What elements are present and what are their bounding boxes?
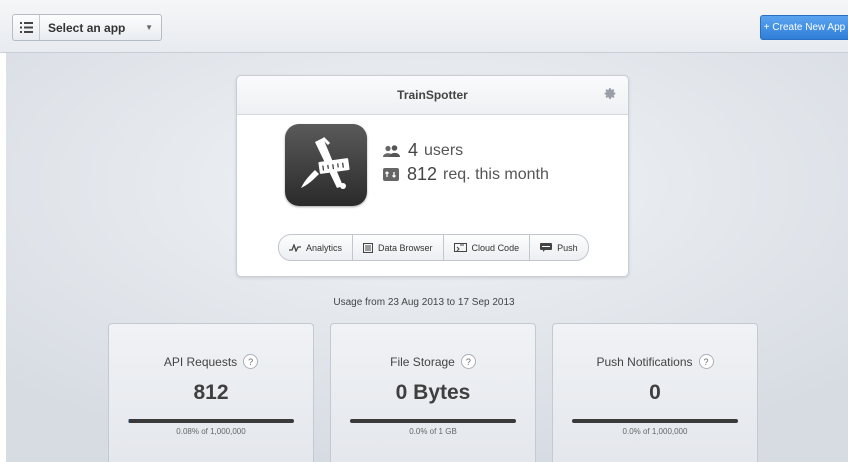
app-selector[interactable]: Select an app ▼ (12, 14, 162, 41)
usage-bar (572, 419, 738, 423)
stat-quota: 0.0% of 1,000,000 (622, 427, 688, 436)
stat-label: API Requests ? (109, 354, 313, 369)
app-icon[interactable] (285, 124, 367, 206)
tab-cloud-code[interactable]: Cloud Code (444, 235, 531, 260)
tab-push[interactable]: Push (530, 235, 588, 260)
tab-label: Data Browser (378, 242, 433, 253)
stat-label-text: File Storage (390, 354, 455, 369)
tab-label: Push (557, 242, 578, 253)
analytics-icon (289, 243, 301, 252)
stat-value: 0 Bytes (395, 381, 471, 404)
requests-stat: 812 req. this month (383, 164, 549, 185)
requests-label: req. this month (443, 165, 549, 183)
create-new-app-button[interactable]: + Create New App (760, 15, 848, 40)
app-selector-label: Select an app (48, 20, 126, 35)
app-card: TrainSpotter 4 users 812 req. this month… (236, 75, 629, 277)
users-count: 4 (408, 140, 419, 160)
stat-label-text: Push Notifications (596, 354, 693, 369)
tab-analytics[interactable]: Analytics (279, 235, 354, 260)
help-icon[interactable]: ? (698, 354, 714, 369)
stat-card-api-requests: API Requests ? 812 0.08% of 1,000,000 (108, 323, 314, 462)
help-icon[interactable]: ? (243, 354, 259, 369)
app-nav-tabs: Analytics Data Browser Cloud Code Push (278, 234, 589, 261)
tab-data-browser[interactable]: Data Browser (353, 235, 444, 260)
left-edge (0, 0, 6, 462)
app-card-header: TrainSpotter (237, 76, 628, 115)
chevron-down-icon: ▼ (145, 23, 153, 32)
users-label: users (424, 141, 464, 159)
requests-icon (383, 168, 399, 181)
stat-card-file-storage: File Storage ? 0 Bytes 0.0% of 1 GB (330, 323, 536, 462)
list-icon[interactable] (13, 15, 40, 40)
top-bar: Select an app ▼ + Create New App (0, 0, 848, 53)
stat-card-push-notifications: Push Notifications ? 0 0.0% of 1,000,000 (552, 323, 758, 462)
users-stat: 4 users (383, 140, 463, 161)
stat-quota: 0.08% of 1,000,000 (176, 427, 246, 436)
help-icon[interactable]: ? (460, 354, 476, 369)
tab-label: Analytics (306, 242, 343, 253)
stat-label: File Storage ? (331, 354, 535, 369)
usage-range: Usage from 23 Aug 2013 to 17 Sep 2013 (333, 297, 515, 308)
stat-label-text: API Requests (163, 354, 238, 369)
stat-value: 0 (649, 381, 661, 404)
stat-quota: 0.0% of 1 GB (409, 427, 457, 436)
tab-label: Cloud Code (471, 242, 520, 253)
users-icon (383, 144, 400, 157)
requests-count: 812 (407, 164, 438, 184)
usage-bar (128, 419, 294, 423)
cloud-code-icon (453, 243, 467, 252)
usage-bar (350, 419, 516, 423)
push-icon (540, 243, 553, 252)
stat-value: 812 (193, 381, 229, 404)
gear-icon[interactable] (604, 87, 617, 105)
data-browser-icon (363, 242, 374, 253)
stat-label: Push Notifications ? (553, 354, 757, 369)
app-title[interactable]: TrainSpotter (397, 88, 468, 102)
